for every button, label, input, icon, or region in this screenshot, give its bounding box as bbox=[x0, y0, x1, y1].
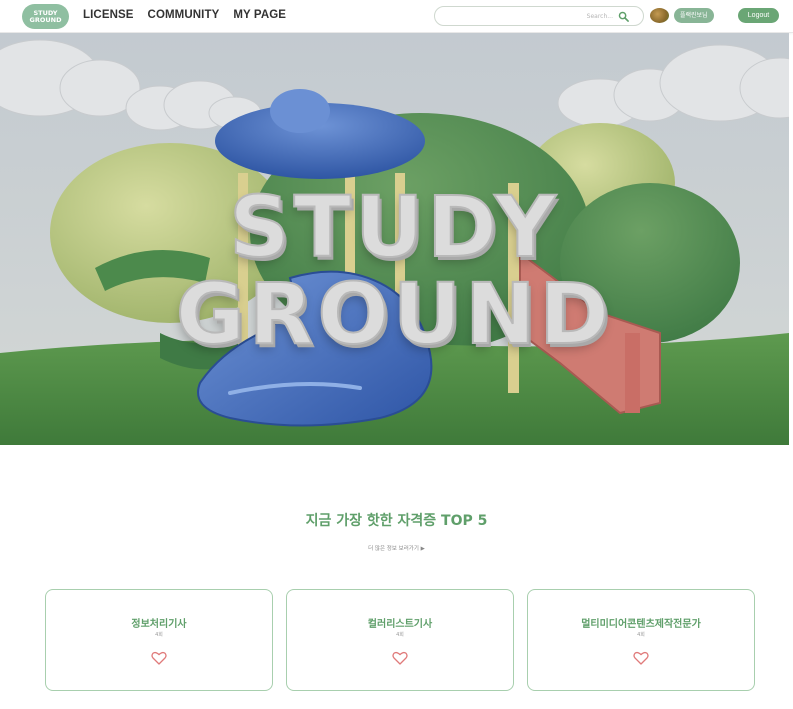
more-info-link[interactable]: 더 많은 정보 보러가기 ▶ bbox=[0, 544, 793, 552]
license-card-count: 4회 bbox=[155, 632, 163, 638]
user-name-badge[interactable]: 플랙린보님 bbox=[674, 8, 714, 23]
menu-license[interactable]: LICENSE bbox=[83, 9, 134, 21]
heart-icon[interactable] bbox=[633, 651, 649, 665]
hero-banner: STUDY GROUND bbox=[0, 33, 789, 445]
logo-line-2: GROUND bbox=[29, 15, 62, 24]
section-title: 지금 가장 핫한 자격증 TOP 5 bbox=[305, 513, 488, 529]
menu-my-page[interactable]: MY PAGE bbox=[233, 9, 286, 21]
license-card[interactable]: 컬러리스트기사 4회 bbox=[286, 589, 514, 691]
top-navigation: STUDY GROUND LICENSE COMMUNITY MY PAGE 플… bbox=[0, 0, 793, 33]
avatar[interactable] bbox=[650, 8, 669, 23]
license-card-name: 정보처리기사 bbox=[131, 619, 187, 630]
license-card-name: 컬러리스트기사 bbox=[367, 619, 433, 630]
search-box bbox=[434, 6, 644, 26]
heart-icon[interactable] bbox=[392, 651, 408, 665]
license-card-count: 4회 bbox=[637, 632, 645, 638]
logout-button[interactable]: Logout bbox=[738, 8, 779, 23]
menu-community[interactable]: COMMUNITY bbox=[148, 9, 220, 21]
license-card-list: 정보처리기사 4회 컬러리스트기사 4회 멀티미디어콘텐츠제작전문가 4회 bbox=[45, 589, 755, 691]
main-menu: LICENSE COMMUNITY MY PAGE bbox=[83, 9, 286, 21]
hero-title-line-1: STUDY bbox=[228, 177, 560, 277]
license-card-count: 4회 bbox=[396, 632, 404, 638]
site-logo[interactable]: STUDY GROUND bbox=[22, 4, 69, 29]
hero-title-line-2: GROUND bbox=[175, 264, 614, 364]
license-card-name: 멀티미디어콘텐츠제작전문가 bbox=[581, 619, 701, 630]
search-input[interactable] bbox=[443, 9, 613, 23]
heart-icon[interactable] bbox=[151, 651, 167, 665]
license-card[interactable]: 정보처리기사 4회 bbox=[45, 589, 273, 691]
license-card[interactable]: 멀티미디어콘텐츠제작전문가 4회 bbox=[527, 589, 755, 691]
search-icon[interactable] bbox=[618, 11, 629, 22]
